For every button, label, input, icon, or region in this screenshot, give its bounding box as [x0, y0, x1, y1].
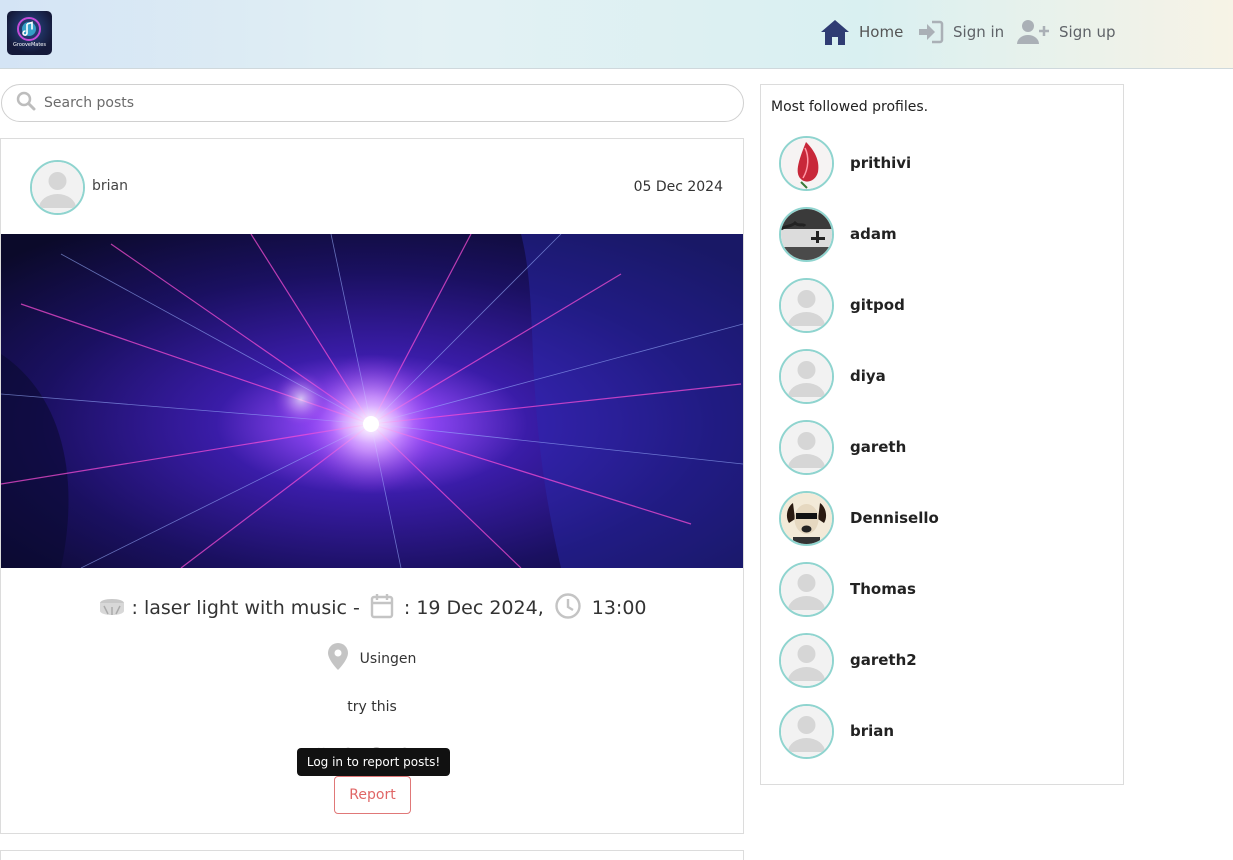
profile-name[interactable]: gitpod — [850, 296, 905, 314]
next-post-card — [0, 850, 744, 860]
profile-name[interactable]: adam — [850, 225, 897, 243]
sign-in-icon — [918, 20, 944, 44]
profile-name[interactable]: Dennisello — [850, 509, 939, 527]
profile-item[interactable]: gareth — [779, 419, 1109, 475]
navbar: GrooveMates Home Sign in Sign up — [0, 0, 1233, 69]
search-input[interactable] — [44, 95, 704, 111]
profile-name[interactable]: diya — [850, 367, 886, 385]
post-date: 05 Dec 2024 — [633, 179, 723, 195]
profile-name[interactable]: Thomas — [850, 580, 916, 598]
home-icon — [820, 19, 850, 46]
event-date: : 19 Dec 2024, — [403, 597, 544, 619]
post-image — [1, 234, 743, 568]
post-card: brian 05 Dec 2024: laser light with mus… — [0, 138, 744, 834]
event-title: : laser light with music - — [131, 597, 360, 619]
nav-signin-label: Sign in — [953, 23, 1005, 41]
user-plus-icon — [1017, 19, 1050, 45]
post-text: try this — [347, 699, 397, 715]
search-icon — [16, 91, 36, 115]
map-pin-icon — [327, 643, 348, 674]
profile-item[interactable]: gitpod — [779, 277, 1109, 333]
sidebar-title: Most followed profiles. — [771, 99, 929, 115]
profile-name[interactable]: prithivi — [850, 154, 911, 172]
search-bar[interactable] — [1, 84, 744, 122]
avatar — [779, 632, 834, 688]
clock-icon — [554, 592, 582, 625]
profile-item[interactable]: Dennisello — [779, 490, 1109, 546]
nav-signin-link[interactable]: Sign in — [918, 16, 1004, 48]
avatar — [779, 419, 834, 475]
avatar[interactable] — [30, 160, 85, 215]
avatar — [779, 348, 834, 404]
most-followed-sidebar: Most followed profiles. prithivi adam gi… — [760, 84, 1124, 785]
profile-item[interactable]: diya — [779, 348, 1109, 404]
event-time: 13:00 — [591, 597, 647, 619]
calendar-icon — [370, 593, 394, 624]
nav-signup-label: Sign up — [1059, 23, 1116, 41]
avatar — [779, 277, 834, 333]
avatar — [779, 490, 834, 546]
profile-item[interactable]: prithivi — [779, 135, 1109, 191]
report-button[interactable]: Report — [334, 776, 411, 814]
profile-name[interactable]: gareth — [850, 438, 906, 456]
profile-name[interactable]: brian — [850, 722, 894, 740]
nav-home-link[interactable]: Home — [820, 16, 903, 48]
report-tooltip: Log in to report posts! — [297, 748, 450, 782]
post-location: Usingen — [1, 643, 743, 674]
avatar — [779, 135, 834, 191]
drum-icon — [98, 594, 126, 623]
profile-item[interactable]: gareth2 — [779, 632, 1109, 688]
avatar — [779, 561, 834, 617]
event-info: : laser light with music - : 19 Dec 2024… — [1, 586, 743, 630]
avatar — [779, 206, 834, 262]
nav-signup-link[interactable]: Sign up — [1017, 16, 1116, 48]
profile-item[interactable]: Thomas — [779, 561, 1109, 617]
nav-home-label: Home — [859, 23, 904, 41]
site-logo[interactable]: GrooveMates — [7, 11, 52, 55]
post-author[interactable]: brian — [92, 178, 128, 194]
profile-item[interactable]: brian — [779, 703, 1109, 759]
profile-item[interactable]: adam — [779, 206, 1109, 262]
avatar — [779, 703, 834, 759]
location-label: Usingen — [359, 650, 417, 667]
svg-text:GrooveMates: GrooveMates — [13, 42, 46, 48]
profile-name[interactable]: gareth2 — [850, 651, 917, 669]
